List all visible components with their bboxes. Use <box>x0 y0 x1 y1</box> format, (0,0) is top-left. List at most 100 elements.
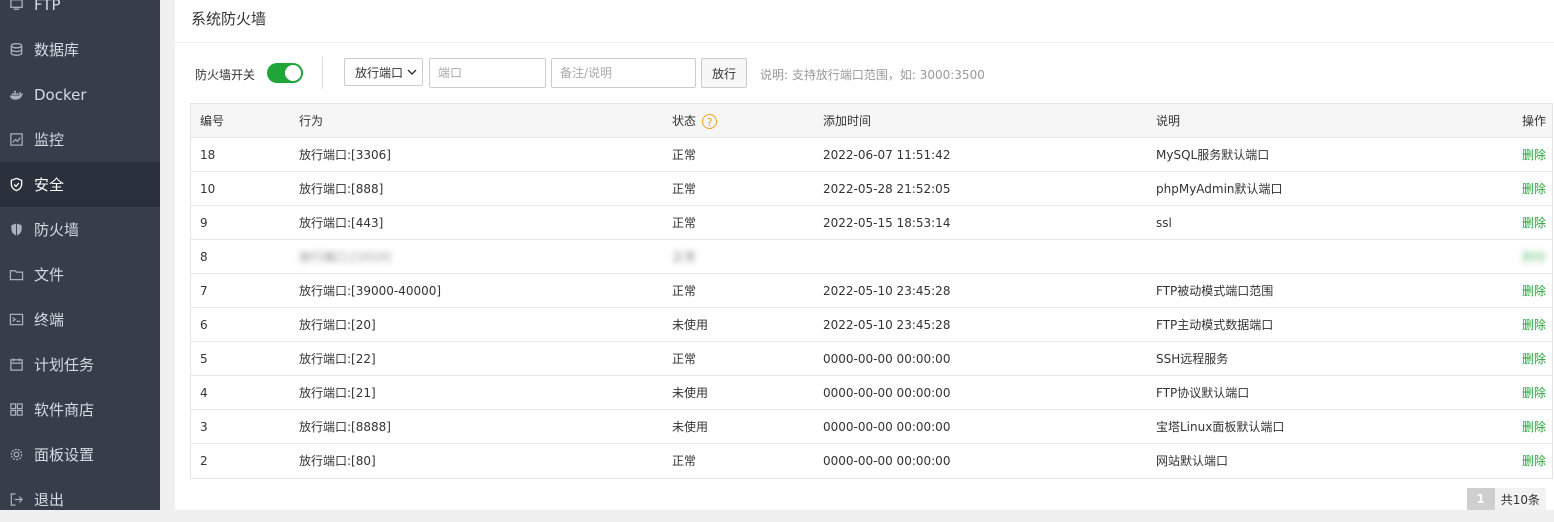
sidebar-item-label: 软件商店 <box>34 401 95 419</box>
sidebar-item-docker[interactable]: Docker <box>0 72 160 117</box>
sidebar-item-label: 安全 <box>34 176 65 194</box>
header-id: 编号 <box>200 114 225 128</box>
cell-desc: FTP协议默认端口 <box>1156 386 1250 400</box>
terminal-icon <box>8 312 24 328</box>
cell-id: 18 <box>200 148 216 162</box>
firewall-table: 编号 行为 状态? 添加时间 说明 操作 18 放行端口:[3306] 正常 2022… <box>190 103 1553 479</box>
cell-id: 10 <box>200 182 216 196</box>
logout-icon <box>8 492 24 508</box>
shield-icon <box>8 177 24 193</box>
table-row: 2 放行端口:[80] 正常 0000-00-00 00:00:00 网站默认端口 删除 <box>191 444 1552 478</box>
delete-link[interactable]: 删除 <box>1522 308 1546 342</box>
main-panel: 系统防火墙 防火墙开关 放行端口 放行 说明: 支持放行端口范围，如: 3000… <box>175 0 1554 510</box>
cell-action: 放行端口:[3306] <box>299 148 391 162</box>
header-action: 行为 <box>299 114 324 128</box>
cell-action: 放行端口:[8888] <box>299 420 391 434</box>
delete-link[interactable]: 删除 <box>1522 444 1546 478</box>
page-total: 共10条 <box>1494 488 1546 510</box>
firewall-toolbar: 防火墙开关 放行端口 放行 说明: 支持放行端口范围，如: 3000:3500 <box>175 57 1554 89</box>
sidebar-item-cron[interactable]: 计划任务 <box>0 342 160 387</box>
table-row: 9 放行端口:[443] 正常 2022-05-15 18:53:14 ssl 删除 <box>191 206 1552 240</box>
sidebar-item-label: 计划任务 <box>34 356 95 374</box>
cell-action: 放行端口:[39000-40000] <box>299 284 442 298</box>
cell-status: 未使用 <box>672 318 709 332</box>
cell-id: 2 <box>200 454 208 468</box>
toggle-knob <box>285 65 301 81</box>
cell-action: 放行端口:[80] <box>299 454 376 468</box>
header-op: 操作 <box>1521 114 1546 128</box>
sidebar-item-firewall[interactable]: 防火墙 <box>0 207 160 252</box>
cell-status: 未使用 <box>672 386 709 400</box>
cell-status: 未使用 <box>672 420 709 434</box>
divider <box>322 57 323 89</box>
sidebar-item-security[interactable]: 安全 <box>0 162 160 207</box>
sidebar-item-monitor[interactable]: 监控 <box>0 117 160 162</box>
page-title: 系统防火墙 <box>191 10 267 28</box>
action-select-value: 放行端口 <box>355 65 404 80</box>
calendar-icon <box>8 357 24 373</box>
cell-status: 正常 <box>672 182 697 196</box>
sidebar-item-files[interactable]: 文件 <box>0 252 160 297</box>
chevron-down-icon <box>407 69 417 75</box>
database-icon <box>8 42 24 58</box>
cell-desc: FTP被动模式端口范围 <box>1156 284 1274 298</box>
pagination: 1 共10条 <box>1466 488 1546 510</box>
cell-action: 放行端口:[20] <box>299 318 376 332</box>
note-input[interactable] <box>551 58 696 88</box>
table-row: 4 放行端口:[21] 未使用 0000-00-00 00:00:00 FTP协议默认端… <box>191 376 1552 410</box>
cell-id: 7 <box>200 284 208 298</box>
table-row: 8 放行端口:[1010] 正常 删除 <box>191 240 1552 274</box>
cell-time: 2022-06-07 11:51:42 <box>823 148 951 162</box>
title-bar: 系统防火墙 <box>175 0 1554 43</box>
allow-button[interactable]: 放行 <box>701 58 747 88</box>
cell-time: 2022-05-15 18:53:14 <box>823 216 951 230</box>
delete-link[interactable]: 删除 <box>1522 376 1546 410</box>
sidebar-item-label: 监控 <box>34 131 65 149</box>
table-row: 7 放行端口:[39000-40000] 正常 2022-05-10 23:45:28… <box>191 274 1552 308</box>
cell-id: 5 <box>200 352 208 366</box>
cell-status: 正常 <box>672 148 697 162</box>
sidebar-item-label: FTP <box>34 0 61 14</box>
delete-link[interactable]: 删除 <box>1522 172 1546 206</box>
delete-link[interactable]: 删除 <box>1522 274 1546 308</box>
cell-time: 0000-00-00 00:00:00 <box>823 386 951 400</box>
table-row: 3 放行端口:[8888] 未使用 0000-00-00 00:00:00 宝塔Linu… <box>191 410 1552 444</box>
sidebar-item-label: 防火墙 <box>34 221 80 239</box>
table-header: 编号 行为 状态? 添加时间 说明 操作 <box>191 104 1552 138</box>
monitor-icon <box>8 132 24 148</box>
cell-status: 正常 <box>672 216 697 230</box>
sidebar-item-settings[interactable]: 面板设置 <box>0 432 160 477</box>
page-current[interactable]: 1 <box>1466 488 1495 510</box>
firewall-switch-label: 防火墙开关 <box>195 68 256 82</box>
folder-icon <box>8 267 24 283</box>
help-icon[interactable]: ? <box>702 114 718 129</box>
cell-time: 2022-05-10 23:45:28 <box>823 318 951 332</box>
cell-id: 8 <box>200 250 208 264</box>
delete-link[interactable]: 删除 <box>1522 410 1546 444</box>
table-row: 5 放行端口:[22] 正常 0000-00-00 00:00:00 SSH远程服务 删除 <box>191 342 1552 376</box>
action-select[interactable]: 放行端口 <box>344 58 423 86</box>
sidebar-item-logout[interactable]: 退出 <box>0 477 160 522</box>
sidebar-item-terminal[interactable]: 终端 <box>0 297 160 342</box>
delete-link[interactable]: 删除 <box>1522 138 1546 172</box>
delete-link[interactable]: 删除 <box>1522 206 1546 240</box>
firewall-icon <box>8 222 24 238</box>
sidebar: FTP 数据库 Docker 监控 安全 防火墙 文件 终端 计划任务 软件商店… <box>0 0 160 510</box>
cell-time: 0000-00-00 00:00:00 <box>823 454 951 468</box>
sidebar-item-ftp[interactable]: FTP <box>0 0 160 27</box>
cell-id: 4 <box>200 386 208 400</box>
sidebar-item-label: 面板设置 <box>34 446 95 464</box>
cell-time: 0000-00-00 00:00:00 <box>823 352 951 366</box>
sidebar-item-database[interactable]: 数据库 <box>0 27 160 72</box>
table-row: 10 放行端口:[888] 正常 2022-05-28 21:52:05 phpMyAd… <box>191 172 1552 206</box>
delete-link[interactable]: 删除 <box>1522 342 1546 376</box>
sidebar-item-store[interactable]: 软件商店 <box>0 387 160 432</box>
cell-desc: FTP主动模式数据端口 <box>1156 318 1274 332</box>
cell-status: 正常 <box>672 454 697 468</box>
port-input[interactable] <box>429 58 546 88</box>
firewall-toggle[interactable] <box>267 63 303 83</box>
grid-icon <box>8 402 24 418</box>
delete-link[interactable]: 删除 <box>1522 240 1546 274</box>
sidebar-item-label: 数据库 <box>34 41 80 59</box>
cell-desc: ssl <box>1156 216 1172 230</box>
